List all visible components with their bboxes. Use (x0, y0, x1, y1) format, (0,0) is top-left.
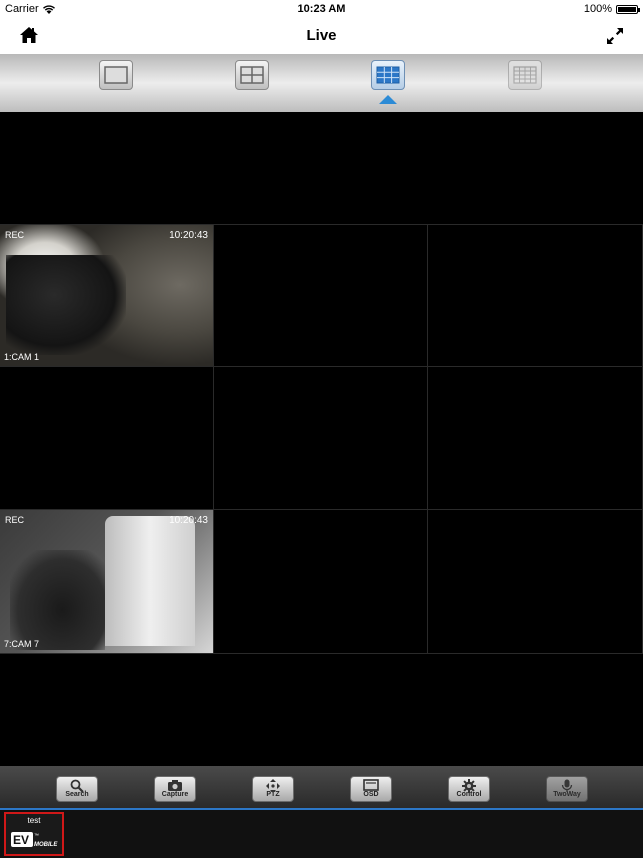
clock: 10:23 AM (297, 3, 346, 15)
camera-feed-image (0, 510, 213, 653)
selected-layout-indicator (379, 95, 397, 104)
search-button[interactable]: Search (56, 776, 98, 802)
device-name: test (27, 816, 41, 825)
bottom-toolbar: Search Capture PTZ OSD Control TwoWay (0, 766, 643, 810)
battery-percent: 100% (583, 3, 612, 15)
quad-view-icon (240, 66, 264, 84)
camera-tile-3[interactable] (428, 224, 643, 367)
camera-timestamp: 10:20:43 (169, 230, 208, 241)
fullscreen-icon[interactable] (605, 26, 625, 46)
ptz-arrows-icon (266, 779, 280, 793)
osd-button[interactable]: OSD (350, 776, 392, 802)
nine-view-icon (376, 66, 400, 84)
control-button[interactable]: Control (448, 776, 490, 802)
ptz-button[interactable]: PTZ (252, 776, 294, 802)
svg-text:MOBILE: MOBILE (34, 842, 58, 848)
camera-tile-6[interactable] (428, 367, 643, 510)
ev-mobile-logo: EV ™ MOBILE (11, 832, 58, 848)
microphone-icon (561, 779, 573, 792)
sixteen-view-icon (513, 66, 537, 84)
capture-button[interactable]: Capture (154, 776, 196, 802)
layout-selector (0, 54, 643, 112)
camera-tile-8[interactable] (214, 510, 428, 654)
camera-tile-1[interactable]: REC 10:20:43 1:CAM 1 (0, 224, 214, 367)
navigation-bar: Live (0, 18, 643, 54)
camera-icon (168, 780, 182, 791)
search-icon (70, 779, 84, 793)
rec-indicator: REC (5, 515, 25, 525)
single-view-icon (104, 66, 128, 84)
status-bar: Carrier 10:23 AM 100% (0, 0, 643, 18)
camera-label: 7:CAM 7 (4, 639, 40, 649)
battery-info: 100% (583, 3, 640, 15)
camera-timestamp: 10:20:43 (169, 515, 208, 526)
camera-tile-5[interactable] (214, 367, 428, 510)
layout-quad-button[interactable] (235, 60, 269, 90)
page-title: Live (306, 27, 337, 44)
svg-text:™: ™ (34, 833, 39, 839)
layout-sixteen-button[interactable] (508, 60, 542, 90)
camera-tile-4[interactable] (0, 367, 214, 510)
gear-icon (462, 779, 476, 793)
twoway-button[interactable]: TwoWay (546, 776, 588, 802)
camera-tile-9[interactable] (428, 510, 643, 654)
svg-text:EV: EV (13, 833, 29, 847)
camera-feed-image (0, 225, 213, 366)
layout-single-button[interactable] (99, 60, 133, 90)
battery-icon (616, 4, 640, 14)
rec-indicator: REC (5, 230, 25, 240)
camera-label: 1:CAM 1 (4, 352, 40, 362)
layout-nine-button[interactable] (371, 60, 405, 90)
camera-grid: REC 10:20:43 1:CAM 1 REC 10:20:43 7:CAM … (0, 224, 643, 654)
device-tile[interactable]: test EV ™ MOBILE (4, 812, 64, 856)
camera-tile-2[interactable] (214, 224, 428, 367)
camera-tile-7[interactable]: REC 10:20:43 7:CAM 7 (0, 510, 214, 654)
device-strip: test EV ™ MOBILE (0, 810, 643, 858)
osd-screen-icon (363, 779, 379, 791)
